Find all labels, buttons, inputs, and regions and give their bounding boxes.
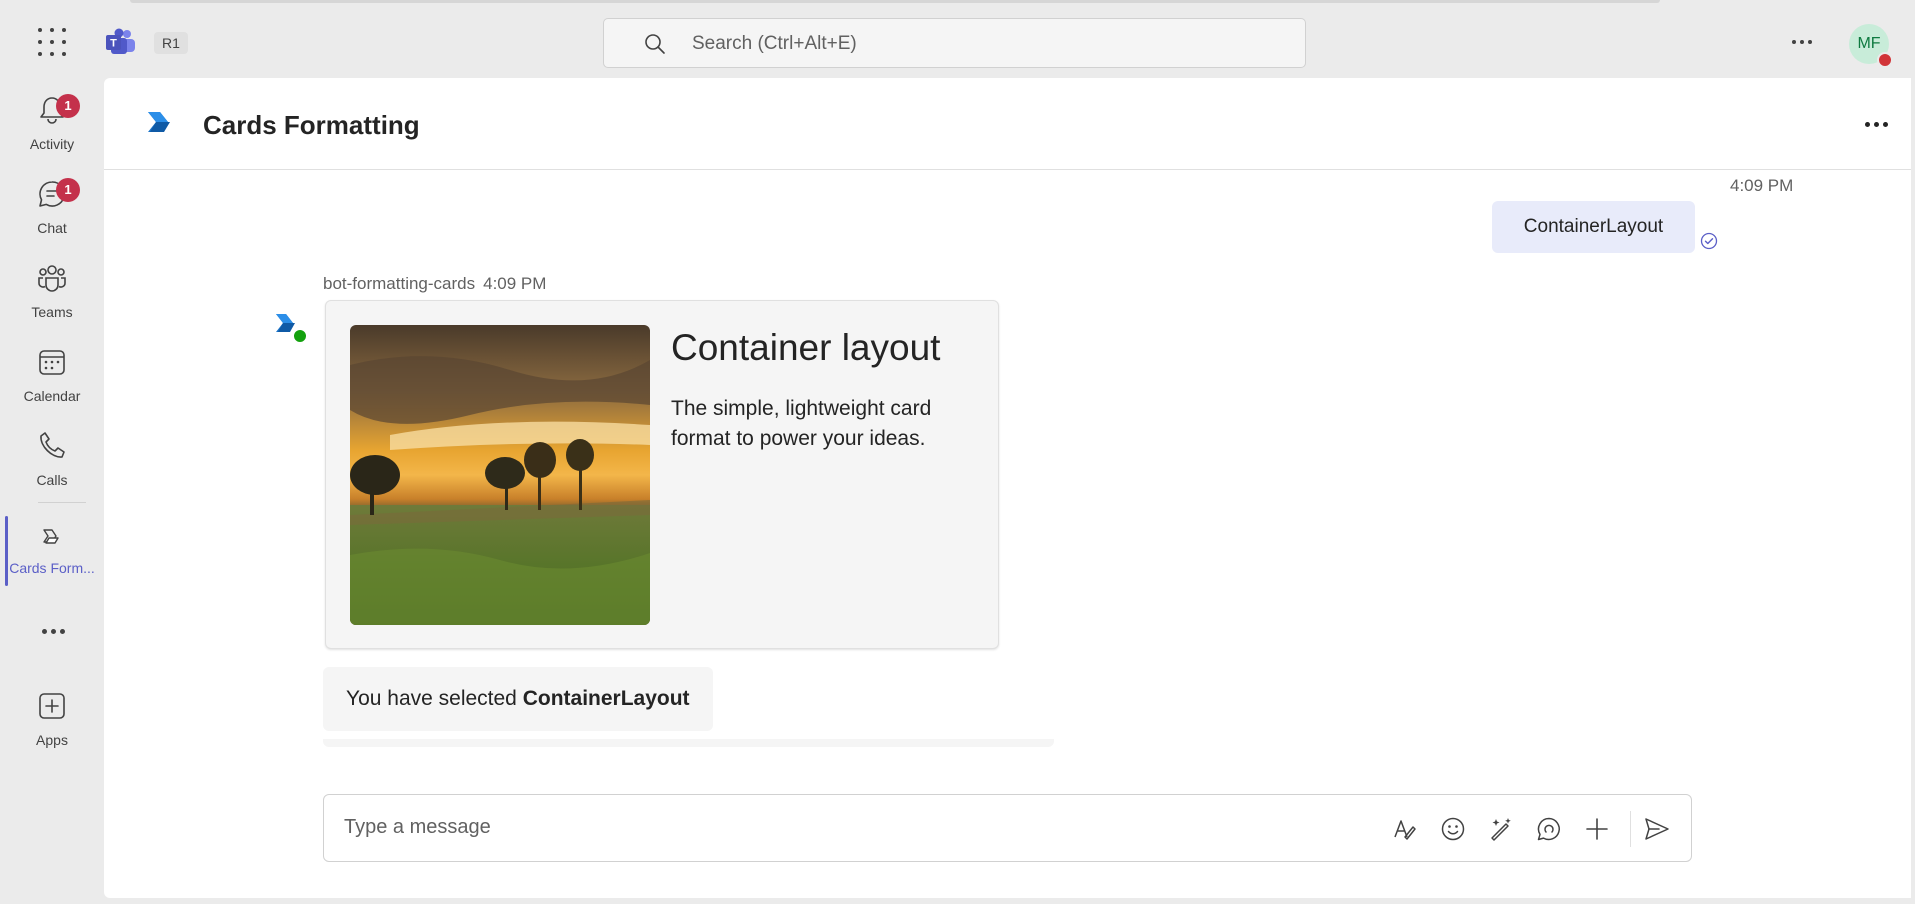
sent-timestamp: 4:09 PM: [1730, 176, 1794, 195]
card-title: Container layout: [671, 327, 941, 368]
teams-icon: [38, 265, 66, 292]
format-icon[interactable]: [1391, 815, 1419, 843]
partial-message: [323, 739, 1054, 747]
send-icon[interactable]: [1643, 815, 1671, 843]
bot-timestamp: 4:09 PM: [483, 274, 547, 293]
rail-item-label: Chat: [37, 220, 67, 236]
sunset-landscape-image: [350, 325, 650, 625]
search-placeholder: Search (Ctrl+Alt+E): [692, 33, 857, 54]
settings-more-icon[interactable]: [1792, 40, 1812, 44]
cards-formatting-app-icon: [43, 529, 59, 544]
top-bar: T R1 Search (Ctrl+Alt+E) MF: [0, 0, 1915, 78]
card-image: [350, 325, 650, 625]
avatar-initials: MF: [1857, 35, 1881, 52]
loop-component-icon[interactable]: [1535, 815, 1563, 843]
header-more-icon[interactable]: [1865, 122, 1888, 127]
rail-item-label: Cards Form...: [9, 560, 95, 576]
calendar-icon: [39, 350, 65, 375]
composer-placeholder: Type a message: [344, 816, 491, 838]
bot-message-meta: bot-formatting-cards 4:09 PM: [323, 274, 546, 294]
card-text: The simple, lightweight card format to p…: [671, 397, 932, 450]
phone-icon: [40, 432, 65, 458]
adaptive-card: Container layout The simple, lightweight…: [325, 300, 999, 649]
copilot-sparkle-icon[interactable]: [1487, 815, 1515, 843]
rail-item-label: Calls: [36, 472, 68, 488]
app-rail: 1 Activity 1 Chat Teams Calendar Calls C…: [0, 78, 104, 904]
read-receipt-icon: [1700, 232, 1718, 250]
bot-avatar[interactable]: [274, 312, 310, 348]
teams-logo-icon: T: [106, 28, 135, 54]
bot-name: bot-formatting-cards: [323, 274, 476, 293]
rail-item-activity[interactable]: 1 Activity: [0, 84, 104, 162]
avatar[interactable]: MF: [1849, 24, 1893, 68]
app-launcher-icon[interactable]: [38, 28, 66, 56]
rail-item-calendar[interactable]: Calendar: [0, 336, 104, 414]
sent-message[interactable]: ContainerLayout: [1492, 201, 1695, 253]
rail-divider: [38, 502, 86, 503]
rail-item-calls[interactable]: Calls: [0, 420, 104, 498]
add-apps-icon: [39, 693, 65, 719]
rail-item-label: Apps: [36, 732, 68, 748]
rail-item-chat[interactable]: 1 Chat: [0, 168, 104, 246]
rail-item-cards-formatting[interactable]: Cards Form...: [0, 508, 104, 586]
rail-item-teams[interactable]: Teams: [0, 252, 104, 330]
composer-separator: [1630, 811, 1631, 847]
reply-bold-value: ContainerLayout: [522, 687, 690, 710]
rail-item-apps[interactable]: Apps: [0, 680, 104, 758]
presence-busy-icon: [1877, 52, 1893, 68]
bot-reply-message[interactable]: You have selected ContainerLayout: [323, 667, 713, 731]
window-top-edge: [130, 0, 1660, 3]
reply-prefix: You have selected: [346, 687, 523, 710]
search-icon: [645, 34, 665, 54]
svg-text:T: T: [110, 38, 117, 50]
more-apps-icon[interactable]: [42, 629, 65, 634]
rail-item-label: Calendar: [23, 388, 81, 404]
presence-available-icon: [292, 328, 308, 344]
tenant-badge[interactable]: R1: [154, 32, 188, 54]
rail-item-label: Teams: [31, 304, 73, 320]
chat-badge: 1: [56, 178, 80, 202]
activity-badge: 1: [56, 94, 80, 118]
rail-item-label: Activity: [29, 136, 75, 152]
page-title: Cards Formatting: [203, 110, 420, 140]
emoji-icon[interactable]: [1439, 815, 1467, 843]
chat-header: Cards Formatting: [104, 78, 1911, 170]
search-input[interactable]: Search (Ctrl+Alt+E): [603, 18, 1306, 68]
main-panel: Cards Formatting 4:09 PM ContainerLayout…: [104, 78, 1911, 898]
add-attachment-icon[interactable]: [1583, 815, 1611, 843]
bot-app-icon: [148, 112, 170, 132]
message-composer[interactable]: Type a message: [323, 794, 1692, 862]
